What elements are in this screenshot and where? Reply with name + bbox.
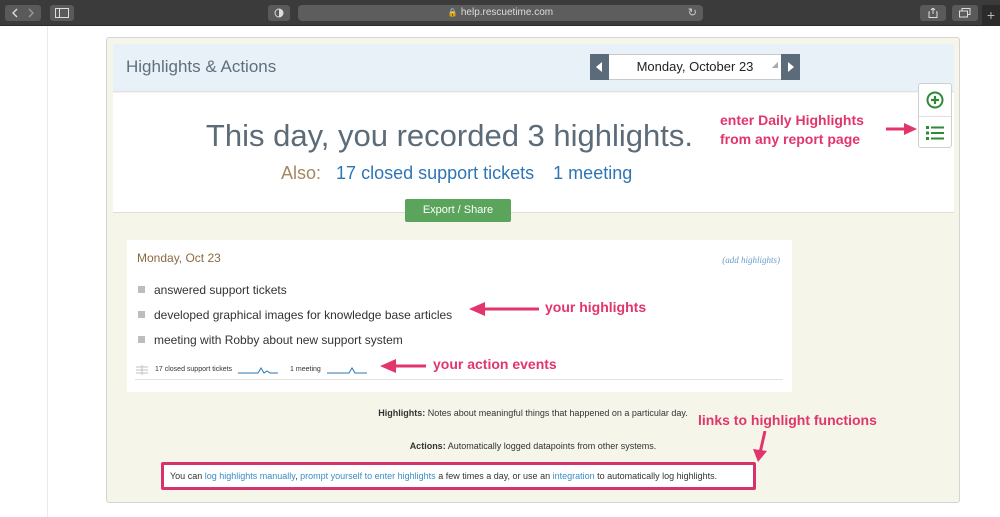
event-tickets: 17 closed support tickets bbox=[155, 366, 233, 373]
also-line: Also: 17 closed support tickets 1 meetin… bbox=[281, 163, 646, 184]
address-bar[interactable]: 🔒 help.rescuetime.com ↻ bbox=[298, 5, 703, 21]
sentence-text: a few times a day, or use an bbox=[435, 471, 553, 481]
also-label: Also: bbox=[281, 163, 322, 183]
lock-icon: 🔒 bbox=[447, 8, 458, 17]
back-forward-buttons[interactable] bbox=[5, 5, 41, 21]
highlight-list: answered support tickets developed graph… bbox=[138, 277, 452, 352]
new-tab-icon[interactable]: + bbox=[982, 5, 1000, 26]
card-header: Highlights & Actions Monday, October 23 … bbox=[113, 44, 954, 92]
arrow-icon bbox=[380, 359, 426, 373]
sentence-text: to automatically log highlights. bbox=[594, 471, 718, 481]
annotation-line: from any report page bbox=[720, 131, 861, 147]
date-picker[interactable]: Monday, October 23 ◢ bbox=[609, 54, 781, 80]
card-title: Highlights & Actions bbox=[126, 57, 277, 76]
add-highlight-button[interactable] bbox=[919, 84, 951, 116]
date-navigator: Monday, October 23 ◢ bbox=[590, 54, 800, 81]
bullet-icon bbox=[138, 286, 145, 293]
meeting-sparkline bbox=[326, 366, 367, 373]
day-date: Monday, Oct 23 bbox=[137, 251, 221, 265]
annotation-your-highlights: your highlights bbox=[545, 299, 647, 315]
list-item: answered support tickets bbox=[138, 277, 452, 302]
actions-note: Actions: Automatically logged datapoints… bbox=[106, 441, 960, 451]
page-divider bbox=[47, 26, 48, 517]
sentence-text: You can bbox=[170, 471, 205, 481]
arrow-icon bbox=[469, 302, 539, 316]
highlights-note-text: Notes about meaningful things that happe… bbox=[427, 408, 688, 418]
closed-tickets-link[interactable]: 17 closed support tickets bbox=[336, 163, 534, 183]
next-day-button[interactable] bbox=[781, 54, 800, 80]
sidebar-toggle-icon[interactable] bbox=[50, 5, 74, 21]
highlight-tools bbox=[918, 83, 952, 148]
events-icon bbox=[136, 364, 148, 375]
highlight-functions-links: You can log highlights manually, prompt … bbox=[161, 462, 756, 490]
annotation-links-functions: links to highlight functions bbox=[698, 412, 877, 428]
tabs-overview-icon[interactable] bbox=[952, 5, 978, 21]
export-share-button[interactable]: Export / Share bbox=[405, 199, 511, 222]
date-picker-value: Monday, October 23 bbox=[636, 59, 754, 74]
arrow-icon bbox=[886, 123, 917, 135]
summary-title: This day, you recorded 3 highlights. bbox=[205, 118, 693, 153]
event-meeting: 1 meeting bbox=[290, 366, 321, 373]
integration-link[interactable]: integration bbox=[553, 471, 595, 481]
list-icon bbox=[926, 125, 944, 140]
actions-note-text: Automatically logged datapoints from oth… bbox=[447, 441, 657, 451]
log-highlights-manually-link[interactable]: log highlights manually bbox=[205, 471, 295, 481]
list-item: meeting with Robby about new support sys… bbox=[138, 327, 452, 352]
url-text: help.rescuetime.com bbox=[460, 7, 554, 18]
actions-note-label: Actions: bbox=[409, 441, 446, 451]
annotation-action-events: your action events bbox=[433, 356, 557, 372]
meeting-link[interactable]: 1 meeting bbox=[553, 163, 632, 183]
highlights-note-label: Highlights: bbox=[378, 408, 426, 418]
highlight-text: meeting with Robby about new support sys… bbox=[154, 332, 403, 347]
highlight-text: answered support tickets bbox=[154, 282, 287, 297]
highlight-text: developed graphical images for knowledge… bbox=[154, 307, 453, 322]
add-highlights-link[interactable]: (add highlights) bbox=[722, 255, 780, 265]
annotation-enter-highlights: enter Daily Highlights from any report p… bbox=[720, 111, 864, 149]
chevron-left-icon bbox=[596, 62, 602, 72]
prompt-highlights-link[interactable]: prompt yourself to enter highlights bbox=[300, 471, 436, 481]
tickets-sparkline bbox=[238, 366, 279, 374]
highlight-list-button[interactable] bbox=[919, 116, 951, 148]
plus-circle-icon bbox=[926, 91, 944, 109]
bullet-icon bbox=[138, 311, 145, 318]
annotation-line: enter Daily Highlights bbox=[720, 112, 864, 128]
share-icon[interactable] bbox=[920, 5, 946, 21]
reload-icon[interactable]: ↻ bbox=[688, 5, 697, 21]
list-item: developed graphical images for knowledge… bbox=[138, 302, 452, 327]
previous-day-button[interactable] bbox=[590, 54, 609, 80]
arrow-icon bbox=[753, 431, 767, 462]
shield-icon[interactable] bbox=[268, 5, 290, 21]
resize-grip-icon: ◢ bbox=[771, 60, 778, 69]
bullet-icon bbox=[138, 336, 145, 343]
browser-toolbar: 🔒 help.rescuetime.com ↻ + bbox=[0, 0, 1000, 26]
chevron-right-icon bbox=[788, 62, 794, 72]
